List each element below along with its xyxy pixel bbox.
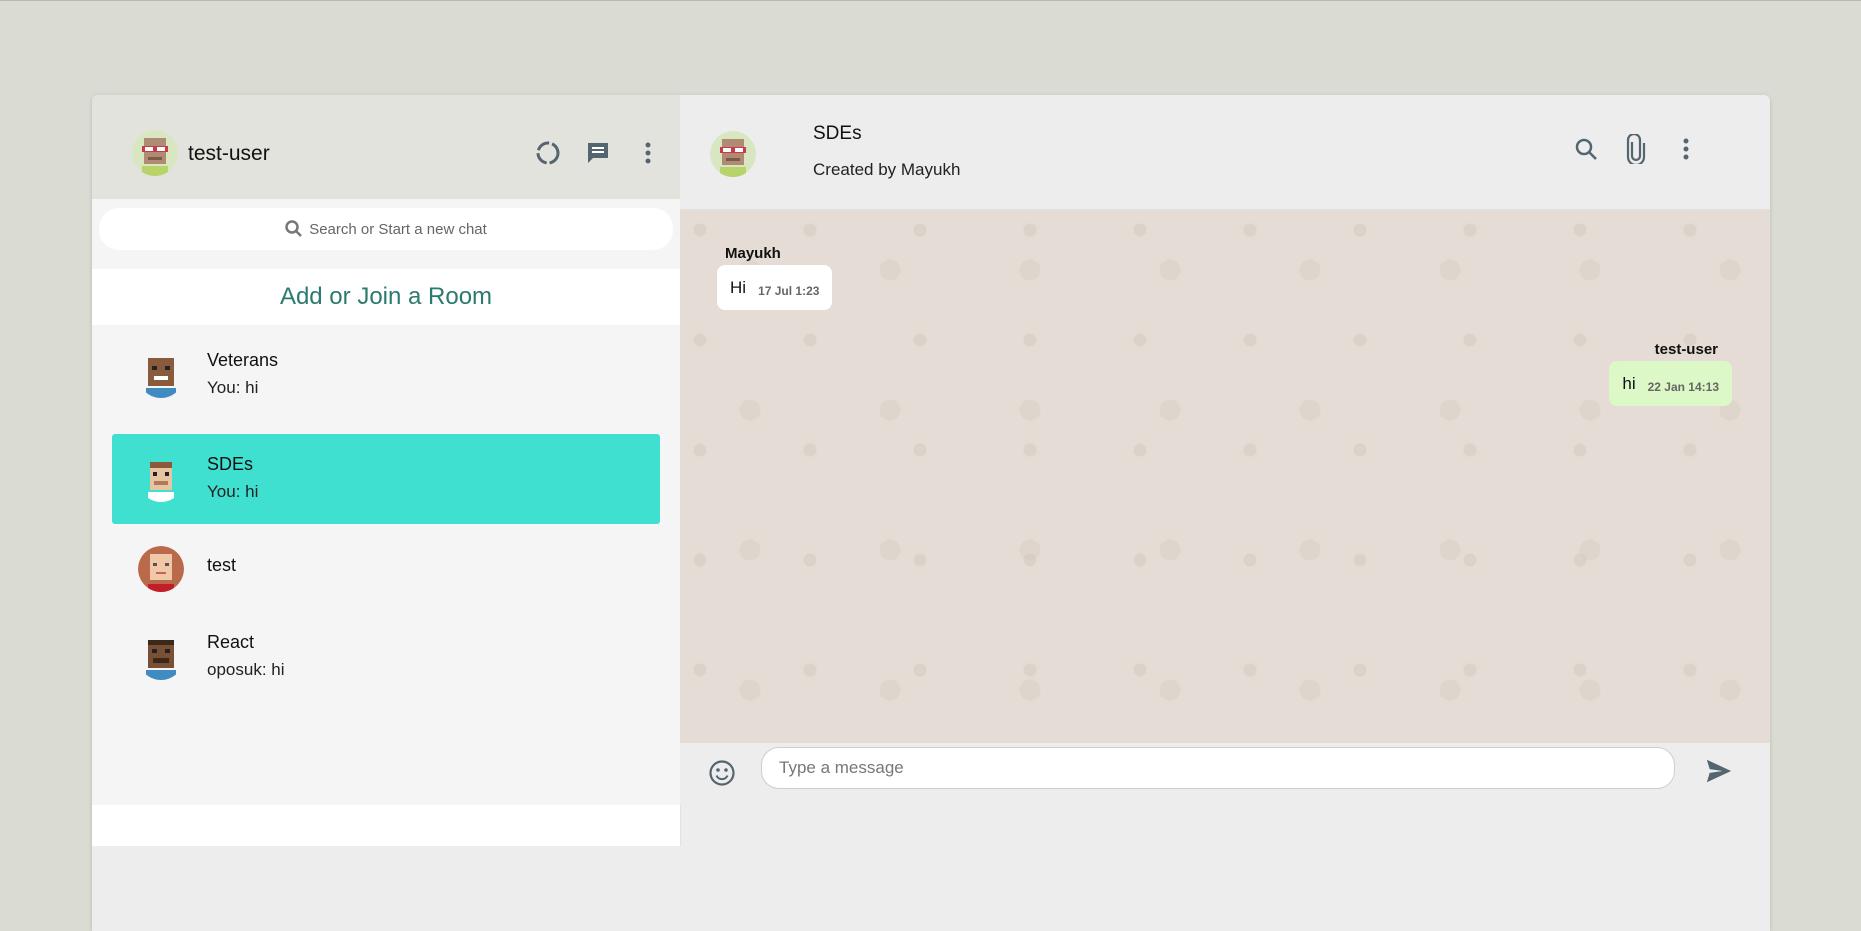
chat-name: Veterans: [207, 350, 279, 370]
message-sender: Mayukh: [725, 245, 781, 262]
chat-last-message: oposuk: hi: [207, 660, 285, 679]
more-vert-icon[interactable]: [1672, 135, 1700, 163]
message-text: Hi: [730, 278, 747, 297]
chat-item-react[interactable]: React oposuk: hi: [112, 612, 660, 702]
more-vert-icon[interactable]: [634, 139, 662, 167]
chat-name: React: [207, 632, 255, 652]
message-time: 22 Jan 14:13: [1647, 380, 1719, 394]
chat-item-veterans[interactable]: Veterans You: hi: [112, 330, 660, 420]
message-received: Mayukh Hi 17 Jul 1:23: [717, 245, 833, 310]
chat-panel: SDEs Created by Mayukh Mayukh Hi 17 Jul …: [680, 95, 1770, 931]
chat-avatar: [138, 352, 184, 398]
room-avatar[interactable]: [710, 131, 756, 177]
chat-last-message: You: hi: [207, 482, 259, 501]
message-sender: test-user: [1654, 341, 1718, 358]
send-icon[interactable]: [1705, 757, 1733, 785]
chat-name: SDEs: [207, 454, 254, 474]
username: test-user: [188, 142, 270, 165]
chat-avatar: [138, 546, 184, 592]
message-text: hi: [1622, 374, 1636, 393]
sidebar-header: test-user: [92, 95, 680, 199]
add-room-button[interactable]: Add or Join a Room: [92, 269, 680, 325]
chat-item-sdes[interactable]: SDEs You: hi: [112, 434, 660, 524]
chat-avatar: [138, 456, 184, 502]
message-bubble[interactable]: hi 22 Jan 14:13: [1609, 361, 1732, 406]
message-bubble[interactable]: Hi 17 Jul 1:23: [717, 265, 833, 310]
chat-item-test[interactable]: test: [112, 524, 660, 614]
room-subtitle: Created by Mayukh: [813, 160, 961, 179]
search-placeholder: Search or Start a new chat: [309, 220, 487, 238]
message-time: 17 Jul 1:23: [758, 284, 820, 298]
status-icon[interactable]: [534, 139, 562, 167]
attach-icon[interactable]: [1622, 134, 1650, 164]
search-container: Search or Start a new chat: [92, 199, 680, 265]
sidebar: test-user Search or Start a new chat Add…: [92, 95, 681, 846]
chat-header: SDEs Created by Mayukh: [680, 95, 1770, 210]
emoji-icon[interactable]: [708, 759, 736, 787]
search-input[interactable]: Search or Start a new chat: [99, 208, 673, 250]
message-sent: test-user hi 22 Jan 14:13: [1609, 341, 1732, 406]
search-icon: [285, 220, 303, 237]
chat-avatar: [138, 634, 184, 680]
sidebar-footer: [92, 805, 680, 846]
message-composer: [680, 743, 1770, 805]
message-area[interactable]: Mayukh Hi 17 Jul 1:23 test-user hi 22 Ja…: [680, 210, 1770, 743]
chat-last-message: You: hi: [207, 378, 259, 397]
search-icon[interactable]: [1572, 135, 1600, 163]
user-avatar[interactable]: [132, 130, 178, 176]
app-window: test-user Search or Start a new chat Add…: [92, 95, 1770, 931]
room-title: SDEs: [813, 123, 862, 144]
message-input[interactable]: [761, 747, 1675, 789]
new-chat-icon[interactable]: [584, 139, 612, 167]
chat-name: test: [207, 555, 237, 575]
